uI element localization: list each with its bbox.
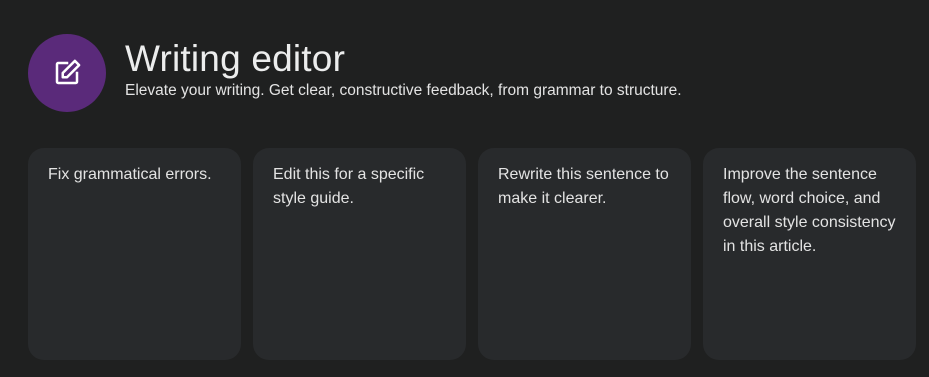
- page-title: Writing editor: [125, 38, 346, 79]
- suggestion-card-text: Rewrite this sentence to make it clearer…: [498, 166, 669, 207]
- header: Writing editor Elevate your writing. Get…: [28, 34, 682, 112]
- suggestion-card-flow[interactable]: Improve the sentence flow, word choice, …: [703, 148, 916, 360]
- suggestion-card-text: Improve the sentence flow, word choice, …: [723, 166, 896, 255]
- avatar: [28, 34, 106, 112]
- suggestion-card-style-guide[interactable]: Edit this for a specific style guide.: [253, 148, 466, 360]
- suggestion-card-clearer[interactable]: Rewrite this sentence to make it clearer…: [478, 148, 691, 360]
- suggestion-card-text: Fix grammatical errors.: [48, 166, 212, 183]
- edit-icon: [55, 59, 81, 85]
- titles: Writing editor Elevate your writing. Get…: [125, 37, 682, 101]
- page-subtitle: Elevate your writing. Get clear, constru…: [125, 82, 682, 99]
- writing-editor-intro: Writing editor Elevate your writing. Get…: [0, 0, 929, 377]
- suggestion-cards: Fix grammatical errors. Edit this for a …: [28, 148, 916, 360]
- suggestion-card-text: Edit this for a specific style guide.: [273, 166, 425, 207]
- suggestion-card-grammar[interactable]: Fix grammatical errors.: [28, 148, 241, 360]
